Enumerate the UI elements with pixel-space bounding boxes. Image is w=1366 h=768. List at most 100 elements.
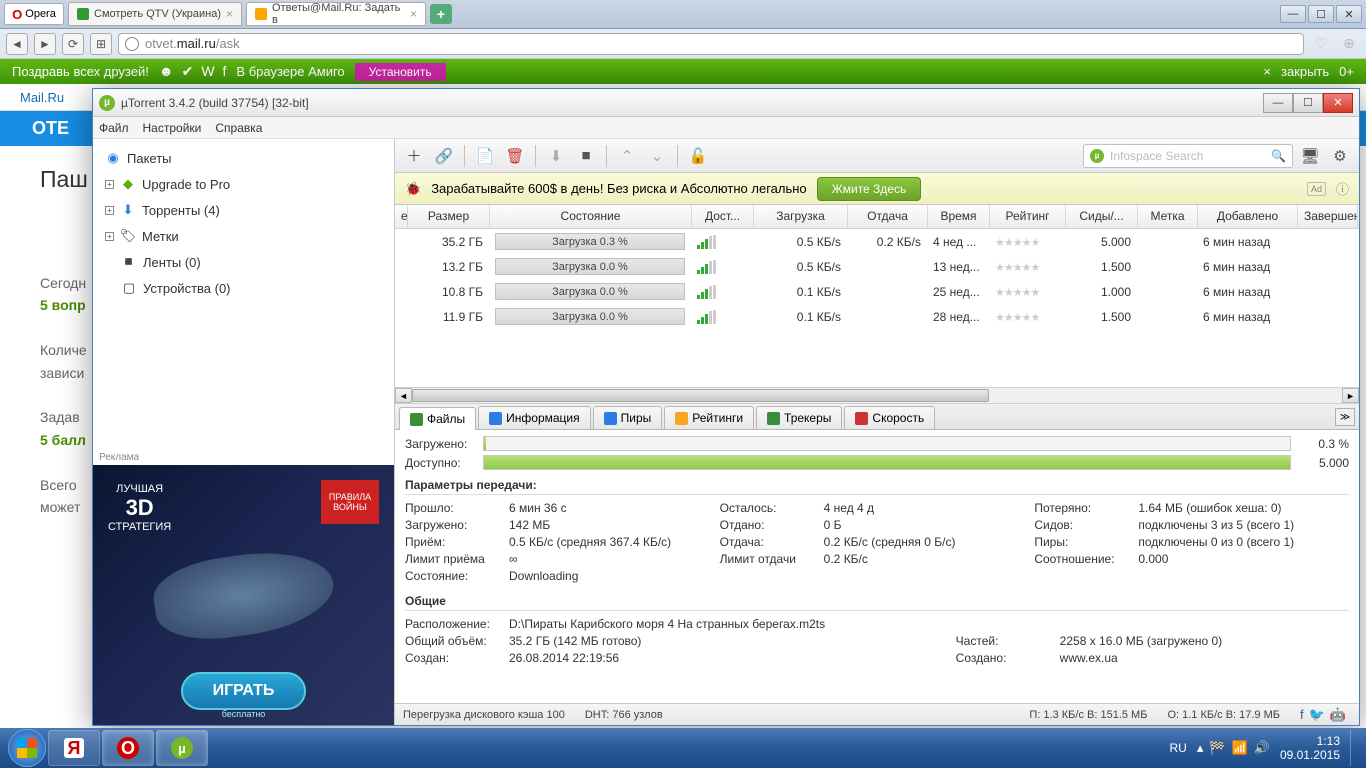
sidebar-item-feeds[interactable]: ◾Ленты (0): [93, 249, 394, 275]
tab-trackers[interactable]: Трекеры: [756, 406, 842, 429]
maximize-button[interactable]: ☐: [1308, 5, 1334, 23]
mail-icon[interactable]: W: [201, 63, 214, 80]
favicon-icon: [77, 8, 89, 20]
star-icon: [675, 412, 688, 425]
sidebar-item-packages[interactable]: ◉Пакеты: [93, 145, 394, 171]
sidebar-item-devices[interactable]: ▢Устройства (0): [93, 275, 394, 301]
clock[interactable]: 1:1309.01.2015: [1280, 734, 1340, 763]
unlock-button[interactable]: 🔓: [685, 143, 711, 169]
menu-help[interactable]: Справка: [215, 121, 262, 135]
device-icon: ▢: [121, 280, 137, 296]
mailru-link[interactable]: Mail.Ru: [20, 90, 64, 105]
browser-tab[interactable]: Смотреть QTV (Украина)×: [68, 2, 242, 26]
flag-icon[interactable]: 🏁: [1209, 740, 1225, 756]
close-button[interactable]: ✕: [1336, 5, 1362, 23]
value-loaded: 0.3 %: [1299, 437, 1349, 451]
sidebar-tree: ◉Пакеты +◆Upgrade to Pro +⬇Торренты (4) …: [93, 139, 394, 450]
table-row[interactable]: 13.2 ГБЗагрузка 0.0 %0.5 КБ/s13 нед...★★…: [395, 254, 1359, 279]
search-input[interactable]: µInfospace Search🔍: [1083, 144, 1293, 168]
search-go-icon[interactable]: 🔍: [1271, 149, 1286, 163]
menu-file[interactable]: Файл: [99, 121, 129, 135]
tab-peers[interactable]: Пиры: [593, 406, 663, 429]
horizontal-scrollbar[interactable]: ◄►: [395, 387, 1359, 404]
minimize-button[interactable]: —: [1263, 93, 1293, 113]
forward-button[interactable]: ►: [34, 33, 56, 55]
bookmark-button[interactable]: ♡: [1310, 33, 1332, 55]
table-row[interactable]: 11.9 ГБЗагрузка 0.0 %0.1 КБ/s28 нед...★★…: [395, 304, 1359, 329]
maximize-button[interactable]: ☐: [1293, 93, 1323, 113]
add-url-button[interactable]: 🔗: [431, 143, 457, 169]
table-row[interactable]: 35.2 ГБЗагрузка 0.3 %0.5 КБ/s0.2 КБ/s4 н…: [395, 229, 1359, 254]
remote-button[interactable]: 🖥: [1297, 143, 1323, 169]
ad-cta-button[interactable]: Жмите Здесь: [817, 177, 922, 201]
sidebar-item-upgrade[interactable]: +◆Upgrade to Pro: [93, 171, 394, 197]
start-button[interactable]: [8, 729, 46, 767]
close-button[interactable]: ✕: [1323, 93, 1353, 113]
fb-icon[interactable]: f: [223, 63, 227, 80]
speeddial-button[interactable]: ⊞: [90, 33, 112, 55]
reload-button[interactable]: ⟳: [62, 33, 84, 55]
opera-menu-button[interactable]: Opera: [4, 3, 64, 25]
label-icon: 🏷: [120, 228, 136, 244]
taskbar-app[interactable]: Я: [48, 730, 100, 766]
ad-subtext: бесплатно: [222, 709, 266, 719]
tab-speed[interactable]: Скорость: [844, 406, 935, 429]
utorrent-window: µ µTorrent 3.4.2 (build 37754) [32-bit] …: [92, 88, 1360, 726]
sidebar-item-labels[interactable]: +🏷Метки: [93, 223, 394, 249]
start-button[interactable]: ⬇: [543, 143, 569, 169]
extensions-button[interactable]: ⊕: [1338, 33, 1360, 55]
tray-up-icon[interactable]: ▴: [1197, 740, 1204, 756]
install-button[interactable]: Установить: [355, 63, 446, 81]
expand-icon[interactable]: +: [105, 180, 114, 189]
url-domain: mail.ru: [177, 36, 216, 51]
toolbar: ＋ 🔗 📄 🗑 ⬇ ■ ⌃ ⌄ 🔓 µInfospace Search🔍 🖥 ⚙: [395, 139, 1359, 173]
move-down-button[interactable]: ⌄: [644, 143, 670, 169]
tab-close-icon[interactable]: ×: [410, 7, 417, 21]
info-panel: Загружено:0.3 % Доступно:5.000 Параметры…: [395, 430, 1359, 703]
ad-info-icon[interactable]: ⓘ: [1336, 179, 1349, 198]
settings-button[interactable]: ⚙: [1327, 143, 1353, 169]
delete-button[interactable]: 🗑: [502, 143, 528, 169]
play-button[interactable]: ИГРАТЬ: [181, 672, 307, 710]
minimize-button[interactable]: —: [1280, 5, 1306, 23]
volume-icon[interactable]: 🔊: [1254, 740, 1270, 756]
ok-icon[interactable]: ☻: [159, 63, 174, 80]
taskbar-utorrent[interactable]: µ: [156, 730, 208, 766]
menu-settings[interactable]: Настройки: [143, 121, 202, 135]
create-button[interactable]: 📄: [472, 143, 498, 169]
browser-tab[interactable]: Ответы@Mail.Ru: Задать в×: [246, 2, 426, 26]
expand-icon[interactable]: +: [105, 206, 114, 215]
back-button[interactable]: ◄: [6, 33, 28, 55]
lang-indicator[interactable]: RU: [1170, 741, 1187, 755]
promo-close-icon[interactable]: ×: [1263, 64, 1271, 79]
move-up-button[interactable]: ⌃: [614, 143, 640, 169]
main-panel: ＋ 🔗 📄 🗑 ⬇ ■ ⌃ ⌄ 🔓 µInfospace Search🔍 🖥 ⚙…: [395, 139, 1359, 725]
facebook-icon[interactable]: f: [1300, 707, 1304, 723]
tab-close-icon[interactable]: ×: [226, 7, 233, 21]
promo-close-label[interactable]: закрыть: [1281, 64, 1329, 79]
grid-header[interactable]: еРазмерСостояниеДост...ЗагрузкаОтдачаВре…: [395, 205, 1359, 229]
sidebar-ad[interactable]: ЛУЧШАЯ3DСТРАТЕГИЯ ПРАВИЛА ВОЙНЫ ИГРАТЬ б…: [93, 465, 394, 725]
tab-ratings[interactable]: Рейтинги: [664, 406, 754, 429]
titlebar[interactable]: µ µTorrent 3.4.2 (build 37754) [32-bit] …: [93, 89, 1359, 117]
taskbar-opera[interactable]: O: [102, 730, 154, 766]
sidebar-item-torrents[interactable]: +⬇Торренты (4): [93, 197, 394, 223]
stop-button[interactable]: ■: [573, 143, 599, 169]
network-icon[interactable]: 📶: [1232, 740, 1248, 756]
add-torrent-button[interactable]: ＋: [401, 143, 427, 169]
ad-tag: Ad: [1307, 182, 1326, 196]
tab-files[interactable]: Файлы: [399, 407, 476, 430]
show-desktop-button[interactable]: [1350, 730, 1358, 766]
android-icon[interactable]: 🤖: [1330, 707, 1346, 723]
table-row[interactable]: 10.8 ГБЗагрузка 0.0 %0.1 КБ/s25 нед...★★…: [395, 279, 1359, 304]
status-dl: П: 1.3 КБ/с В: 151.5 МБ: [1029, 709, 1147, 721]
url-input[interactable]: otvet.mail.ru/ask: [118, 33, 1304, 55]
top-ad-banner[interactable]: 🐞 Зарабатывайте 600$ в день! Без риска и…: [395, 173, 1359, 205]
vk-icon[interactable]: ✔: [182, 63, 194, 80]
twitter-icon[interactable]: 🐦: [1309, 707, 1325, 723]
tab-info[interactable]: Информация: [478, 406, 590, 429]
new-tab-button[interactable]: +: [430, 4, 452, 24]
collapse-button[interactable]: ≫: [1335, 408, 1355, 426]
browser-tab-bar: Opera Смотреть QTV (Украина)× Ответы@Mai…: [0, 0, 1366, 29]
expand-icon[interactable]: +: [105, 232, 114, 241]
